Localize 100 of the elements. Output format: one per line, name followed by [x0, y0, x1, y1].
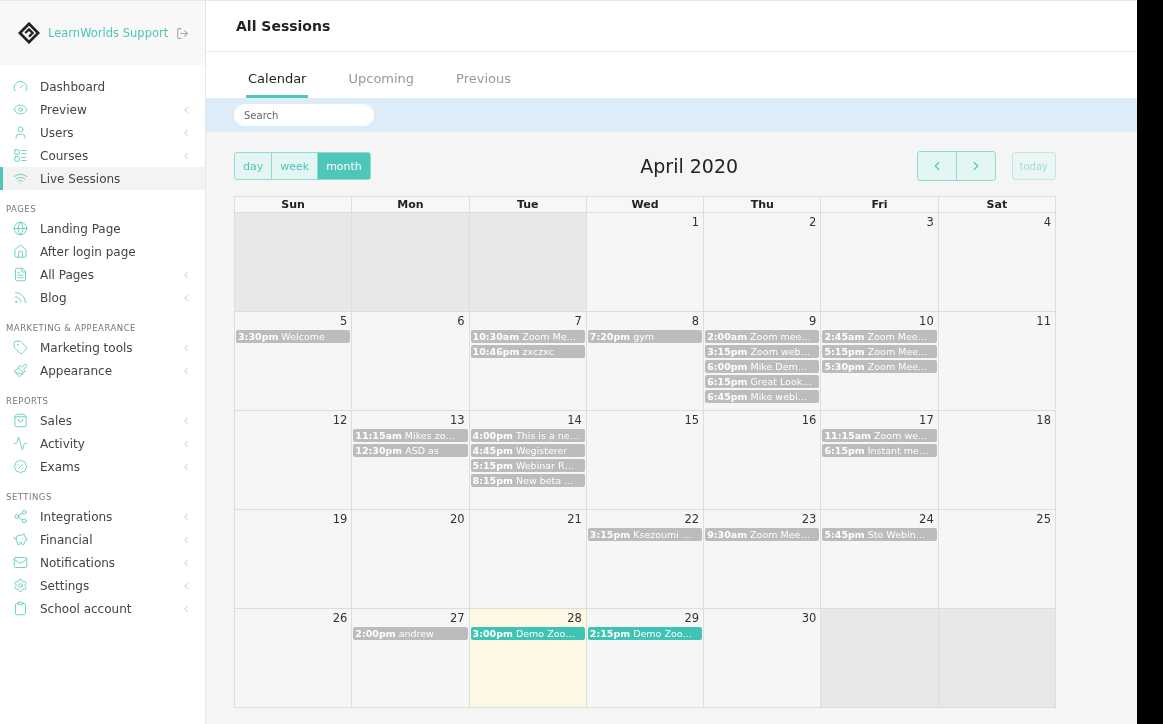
nav-label: Exams — [40, 459, 81, 474]
nav-item[interactable]: Courses — [0, 144, 205, 167]
nav-item[interactable]: Users — [0, 121, 205, 144]
day-number: 24 — [919, 512, 935, 526]
eye-icon — [13, 102, 28, 117]
weekday-header: Thu — [704, 197, 822, 213]
next-button[interactable] — [955, 151, 996, 181]
nav-item[interactable]: Notifications — [0, 551, 205, 574]
nav-label: School account — [40, 601, 133, 616]
chevron-icon[interactable] — [181, 292, 191, 303]
day-cell[interactable]: 15 — [586, 411, 705, 510]
day-cell[interactable]: 30 — [704, 609, 822, 708]
day-cell[interactable]: 4 — [938, 213, 1056, 312]
chevron-icon[interactable] — [181, 269, 191, 280]
globe-icon — [13, 221, 28, 236]
nav-item[interactable]: Dashboard — [0, 75, 205, 98]
day-number: 3 — [926, 215, 935, 229]
chevron-icon[interactable] — [181, 365, 191, 376]
day-cell[interactable]: 22 3:15pm Ksezoumi … — [586, 510, 705, 609]
day-number: 1 — [691, 215, 701, 229]
day-cell[interactable]: 11 — [938, 312, 1056, 411]
nav-item[interactable]: Integrations — [0, 505, 205, 528]
day-cell[interactable]: 5 3:30pm Welcome — [235, 312, 353, 411]
feed-icon — [13, 290, 28, 305]
day-number: 13 — [449, 413, 466, 427]
nav-item[interactable]: Financial — [0, 528, 205, 551]
day-cell[interactable] — [938, 609, 1056, 708]
nav-item[interactable]: Landing Page — [0, 217, 205, 240]
day-cell[interactable]: 29 2:15pm Demo Zoo… — [586, 609, 705, 708]
day-cell[interactable] — [235, 213, 353, 312]
day-cell[interactable]: 18 — [938, 411, 1056, 510]
chevron-icon[interactable] — [181, 438, 191, 449]
day-number: 19 — [332, 512, 349, 526]
nav-item[interactable]: Activity — [0, 432, 205, 455]
previous-button[interactable] — [916, 151, 957, 181]
chevron-icon[interactable] — [181, 415, 191, 426]
chevron-icon[interactable] — [181, 104, 191, 115]
nav-label: Courses — [40, 148, 90, 163]
day-number: 15 — [684, 413, 701, 427]
chevron-icon[interactable] — [181, 603, 191, 614]
nav-item[interactable]: Marketing tools — [0, 336, 205, 359]
piggy-bank-icon — [13, 532, 28, 547]
day-cell[interactable]: 6 — [352, 312, 470, 411]
chevron-icon[interactable] — [181, 557, 191, 568]
chevron-icon[interactable] — [181, 150, 191, 161]
nav-label: Notifications — [40, 555, 117, 570]
day-cell[interactable]: 12 — [235, 411, 353, 510]
chevron-icon[interactable] — [181, 511, 191, 522]
nav-item[interactable]: School account — [0, 597, 205, 620]
day-number: 2 — [809, 215, 818, 229]
day-cell[interactable] — [469, 213, 587, 312]
day-cell[interactable]: 19 — [235, 510, 353, 609]
chevron-icon[interactable] — [181, 127, 191, 138]
search-field[interactable]: Search — [234, 104, 374, 126]
day-cell[interactable]: 28 3:00pm Demo Zoo… — [469, 609, 587, 708]
day-number: 11 — [1036, 314, 1052, 328]
bag-icon — [13, 413, 28, 428]
day-cell[interactable]: 8 7:20pm gym — [586, 312, 705, 411]
nav-label: Sales — [40, 413, 73, 428]
month-title: April 2020 — [640, 155, 739, 177]
day-cell[interactable]: 1 — [586, 213, 705, 312]
day-cell[interactable] — [352, 213, 470, 312]
day-number: 9 — [809, 314, 818, 328]
day-cell[interactable]: 27 2:00pm andrew — [352, 609, 470, 708]
nav-item[interactable]: Appearance — [0, 359, 205, 382]
nav-label: Settings — [40, 578, 91, 593]
nav-label: All Pages — [40, 267, 95, 282]
nav-item[interactable]: Live Sessions — [0, 167, 205, 190]
day-cell[interactable] — [821, 609, 939, 708]
nav-item[interactable]: Blog — [0, 286, 205, 309]
day-cell[interactable]: 3 — [821, 213, 939, 312]
day-cell[interactable]: 21 — [469, 510, 587, 609]
nav-label: After login page — [40, 244, 137, 259]
logo-icon — [18, 22, 40, 44]
nav-item[interactable]: Settings — [0, 574, 205, 597]
chevron-icon[interactable] — [181, 580, 191, 591]
day-number: 20 — [449, 512, 466, 526]
nav-label: Activity — [40, 436, 86, 451]
user-icon — [13, 125, 28, 140]
chevron-icon[interactable] — [181, 461, 191, 472]
nav-item[interactable]: Preview — [0, 98, 205, 121]
nav-label: Appearance — [40, 363, 114, 378]
day-cell[interactable]: 20 — [352, 510, 470, 609]
nav-item[interactable]: All Pages — [0, 263, 205, 286]
day-cell[interactable]: 23 9:30am Zoom Mee… — [704, 510, 822, 609]
logout-icon[interactable] — [176, 26, 190, 40]
day-number: 21 — [567, 512, 583, 526]
nav-label: Blog — [40, 290, 68, 305]
day-cell[interactable]: 24 5:45pm Sto Webin… — [821, 510, 939, 609]
chevron-icon[interactable] — [181, 534, 191, 545]
day-cell[interactable]: 16 — [704, 411, 822, 510]
day-cell[interactable]: 2 — [704, 213, 822, 312]
nav-item[interactable]: After login page — [0, 240, 205, 263]
day-cell[interactable]: 25 — [938, 510, 1056, 609]
chevron-icon[interactable] — [181, 342, 191, 353]
day-cell[interactable]: 26 — [235, 609, 353, 708]
day-number: 27 — [449, 611, 466, 625]
nav-item[interactable]: Exams — [0, 455, 205, 478]
nav-item[interactable]: Sales — [0, 409, 205, 432]
section-heading: REPORTS — [5, 395, 50, 408]
